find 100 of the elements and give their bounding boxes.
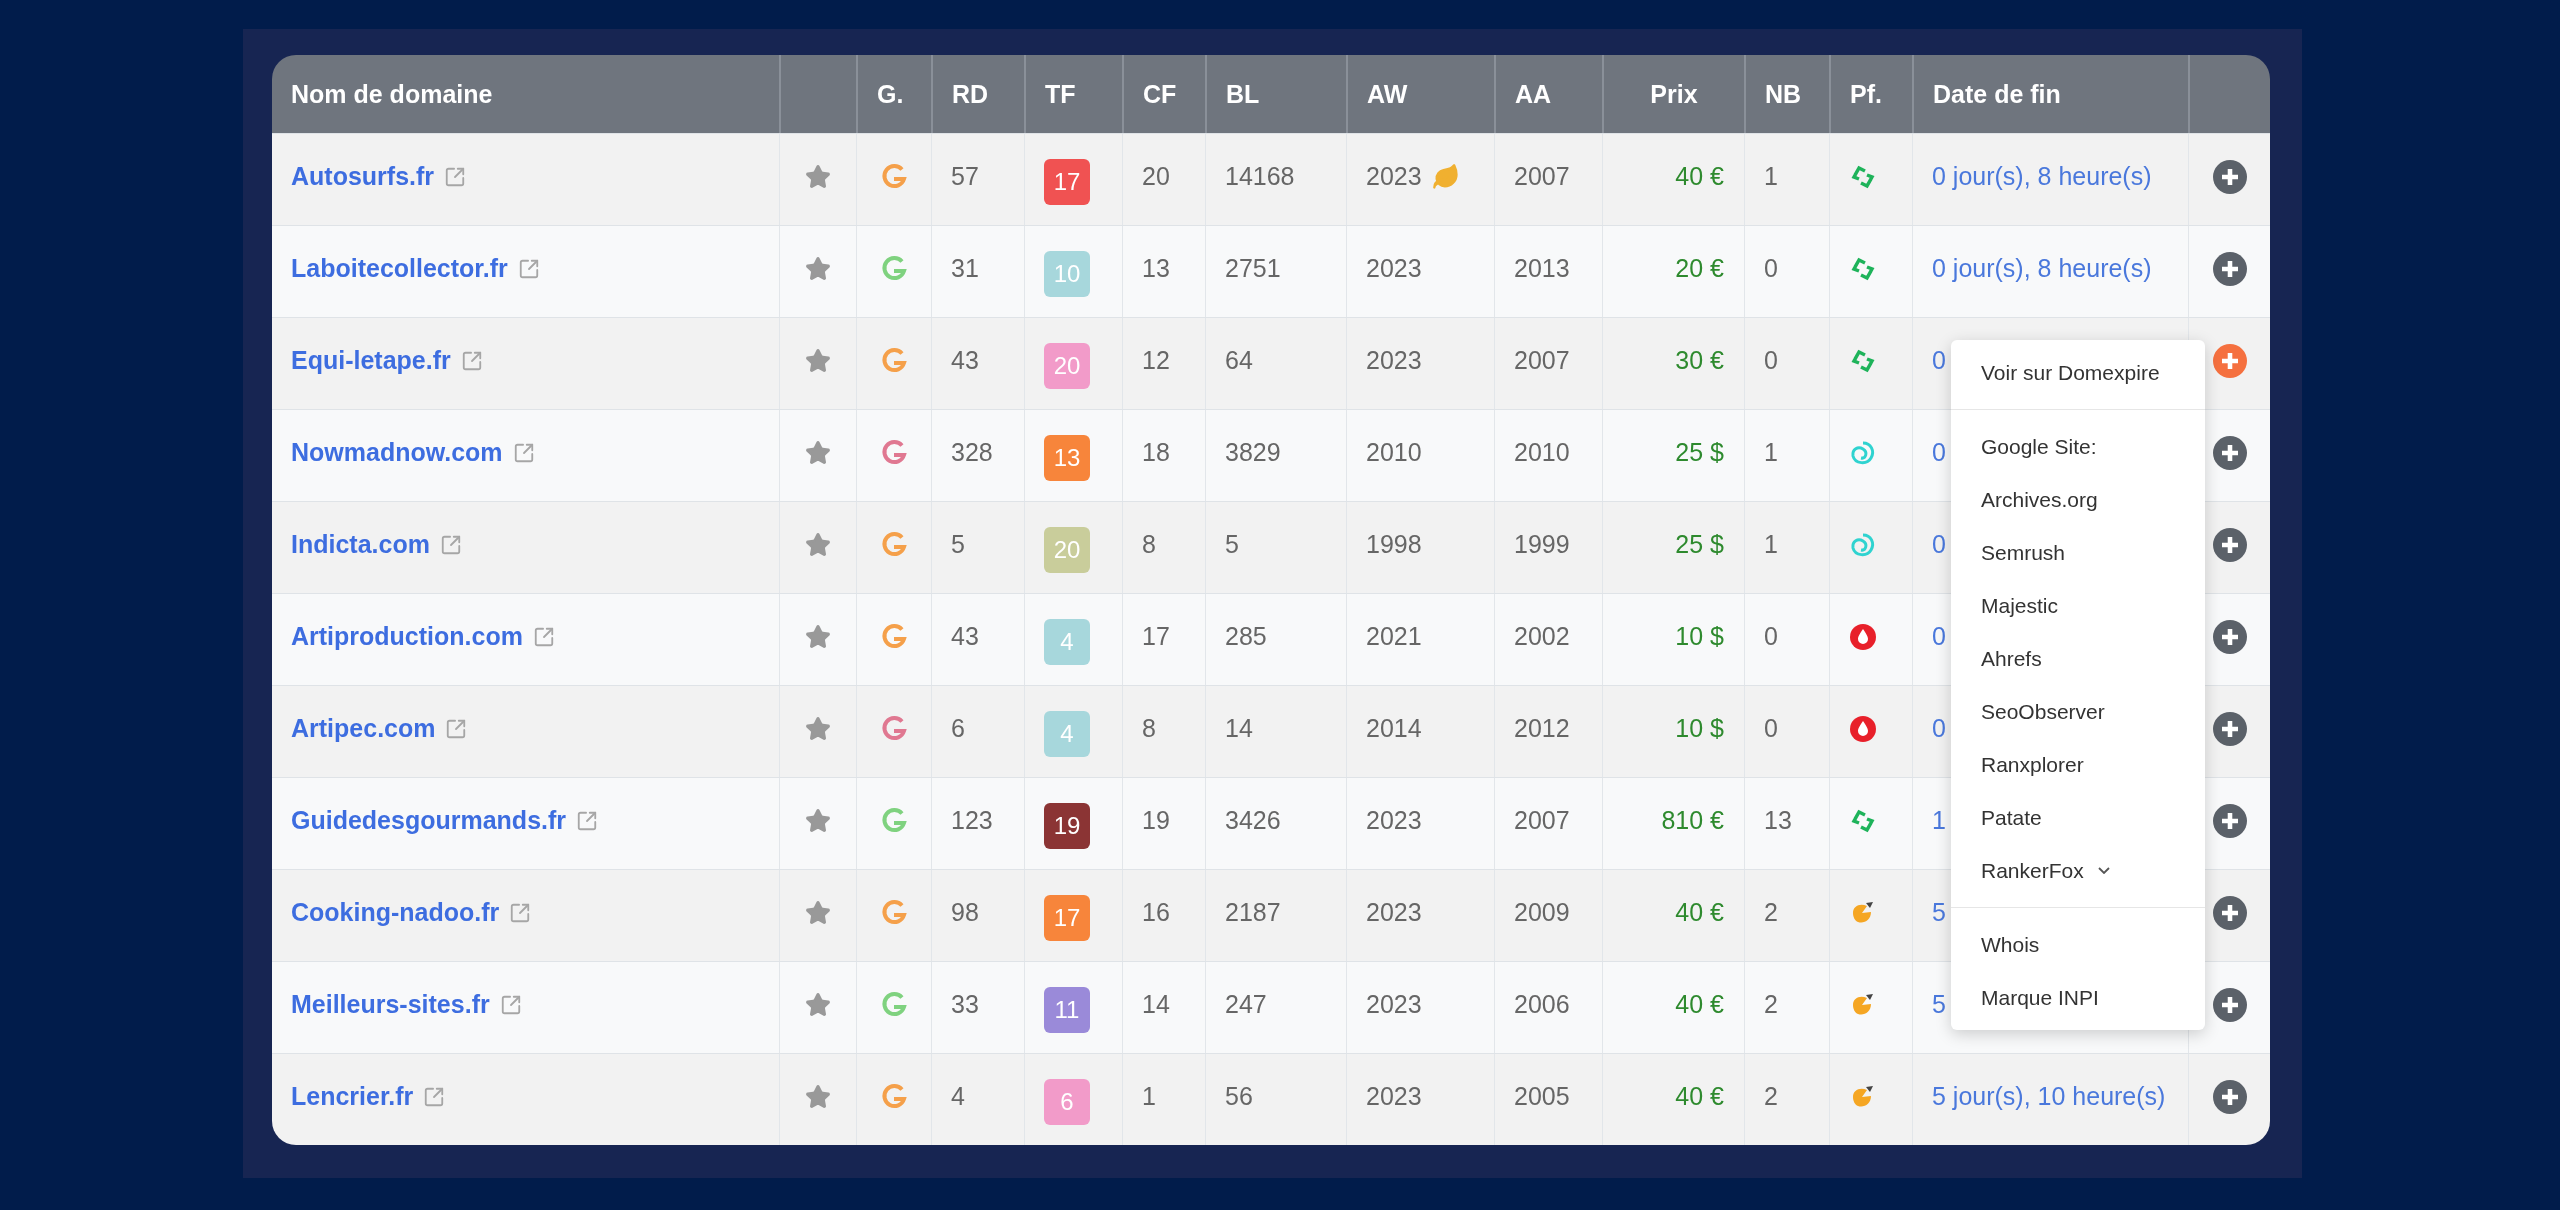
end-date-link[interactable]: 5 jour(s), 10 heure(s): [1932, 1082, 2166, 1111]
price-cell: 20 €: [1675, 254, 1724, 283]
price-cell: 40 €: [1675, 990, 1724, 1019]
star-icon[interactable]: [805, 531, 831, 558]
menu-item[interactable]: Ranxplorer: [1951, 738, 2205, 791]
menu-item[interactable]: Voir sur Domexpire: [1951, 346, 2205, 399]
menu-item[interactable]: Marque INPI: [1951, 971, 2205, 1024]
star-icon[interactable]: [805, 899, 831, 926]
add-button[interactable]: [2212, 987, 2247, 1022]
domain-link[interactable]: Nowmadnow.com: [291, 438, 503, 467]
domain-link[interactable]: Autosurfs.fr: [291, 162, 435, 191]
menu-item[interactable]: Patate: [1951, 791, 2205, 844]
external-link-icon[interactable]: [445, 717, 468, 740]
star-icon[interactable]: [805, 807, 831, 834]
add-button[interactable]: [2212, 527, 2247, 562]
end-date-link[interactable]: 0: [1932, 438, 1946, 467]
external-link-icon[interactable]: [512, 441, 535, 464]
menu-item[interactable]: Google Site:: [1951, 420, 2205, 473]
menu-item[interactable]: Archives.org: [1951, 473, 2205, 526]
tf-badge: 17: [1044, 894, 1090, 941]
external-link-icon[interactable]: [509, 901, 532, 924]
end-date-link[interactable]: 0: [1932, 530, 1946, 559]
external-link-icon[interactable]: [499, 993, 522, 1016]
add-button[interactable]: [2212, 159, 2247, 194]
external-link-icon[interactable]: [532, 625, 555, 648]
end-date-link[interactable]: 0: [1932, 346, 1946, 375]
domain-link[interactable]: Equi-letape.fr: [291, 346, 451, 375]
menu-item[interactable]: RankerFox: [1951, 844, 2205, 897]
external-link-icon[interactable]: [576, 809, 599, 832]
table-cell: 2002: [1514, 622, 1570, 651]
price-cell: 40 €: [1675, 1082, 1724, 1111]
end-date-link[interactable]: 0: [1932, 622, 1946, 651]
tf-badge: 4: [1044, 710, 1090, 757]
table-cell: 0: [1764, 346, 1778, 375]
table-cell: 2014: [1366, 714, 1422, 743]
end-date-link[interactable]: 5: [1932, 898, 1946, 927]
add-button[interactable]: [2212, 619, 2247, 654]
table-cell: 2023: [1366, 254, 1422, 283]
star-icon[interactable]: [805, 347, 831, 374]
domain-link[interactable]: Guidedesgourmands.fr: [291, 806, 567, 835]
star-icon[interactable]: [805, 991, 831, 1018]
table-cell: 12: [1142, 346, 1170, 375]
domain-link[interactable]: Cooking-nadoo.fr: [291, 898, 500, 927]
table-cell: 2023: [1366, 990, 1422, 1019]
price-cell: 25 $: [1675, 438, 1724, 467]
star-icon[interactable]: [805, 1083, 831, 1110]
domain-link[interactable]: Artipec.com: [291, 714, 436, 743]
end-date-link[interactable]: 5: [1932, 990, 1946, 1019]
table-cell: 2023: [1366, 162, 1422, 191]
domain-link[interactable]: Lencrier.fr: [291, 1082, 414, 1111]
external-link-icon[interactable]: [517, 257, 540, 280]
add-button[interactable]: [2212, 251, 2247, 286]
add-button[interactable]: [2212, 895, 2247, 930]
domain-link[interactable]: Indicta.com: [291, 530, 430, 559]
column-header: Pf.: [1850, 79, 1882, 109]
add-button[interactable]: [2212, 711, 2247, 746]
tf-badge: 19: [1044, 802, 1090, 849]
end-date-link[interactable]: 0 jour(s), 8 heure(s): [1932, 162, 2152, 191]
domain-link[interactable]: Meilleurs-sites.fr: [291, 990, 490, 1019]
price-cell: 40 €: [1675, 898, 1724, 927]
star-icon[interactable]: [805, 439, 831, 466]
end-date-link[interactable]: 0 jour(s), 8 heure(s): [1932, 254, 2152, 283]
add-button[interactable]: [2212, 435, 2247, 470]
table-cell: 57: [951, 162, 979, 191]
table-cell: 2005: [1514, 1082, 1570, 1111]
domain-link[interactable]: Laboitecollector.fr: [291, 254, 508, 283]
star-icon[interactable]: [805, 715, 831, 742]
table-cell: 14168: [1225, 162, 1295, 191]
external-link-icon[interactable]: [444, 165, 467, 188]
menu-item[interactable]: Ahrefs: [1951, 632, 2205, 685]
external-link-icon[interactable]: [460, 349, 483, 372]
table-cell: 2021: [1366, 622, 1422, 651]
end-date-link[interactable]: 0: [1932, 714, 1946, 743]
table-cell: 2023: [1366, 1082, 1422, 1111]
plus-icon: [2221, 536, 2238, 553]
add-button[interactable]: [2212, 1079, 2247, 1114]
table-cell: 5: [1225, 530, 1239, 559]
star-icon[interactable]: [805, 255, 831, 282]
tf-badge: 20: [1044, 342, 1090, 389]
menu-item[interactable]: Semrush: [1951, 526, 2205, 579]
star-icon[interactable]: [805, 163, 831, 190]
column-header: CF: [1143, 79, 1177, 109]
add-button[interactable]: [2212, 343, 2247, 378]
table-cell: 43: [951, 346, 979, 375]
external-link-icon[interactable]: [439, 533, 462, 556]
table-cell: 2010: [1366, 438, 1422, 467]
external-link-icon[interactable]: [423, 1085, 446, 1108]
menu-item[interactable]: Majestic: [1951, 579, 2205, 632]
domain-link[interactable]: Artiproduction.com: [291, 622, 523, 651]
table-cell: 14: [1225, 714, 1253, 743]
table-cell: 1: [1764, 162, 1778, 191]
table-cell: 5: [951, 530, 965, 559]
menu-item[interactable]: Whois: [1951, 918, 2205, 971]
star-icon[interactable]: [805, 623, 831, 650]
add-button[interactable]: [2212, 803, 2247, 838]
menu-item[interactable]: SeoObserver: [1951, 685, 2205, 738]
table-cell: 43: [951, 622, 979, 651]
table-cell: 2006: [1514, 990, 1570, 1019]
end-date-link[interactable]: 1: [1932, 806, 1946, 835]
table-cell: 0: [1764, 622, 1778, 651]
